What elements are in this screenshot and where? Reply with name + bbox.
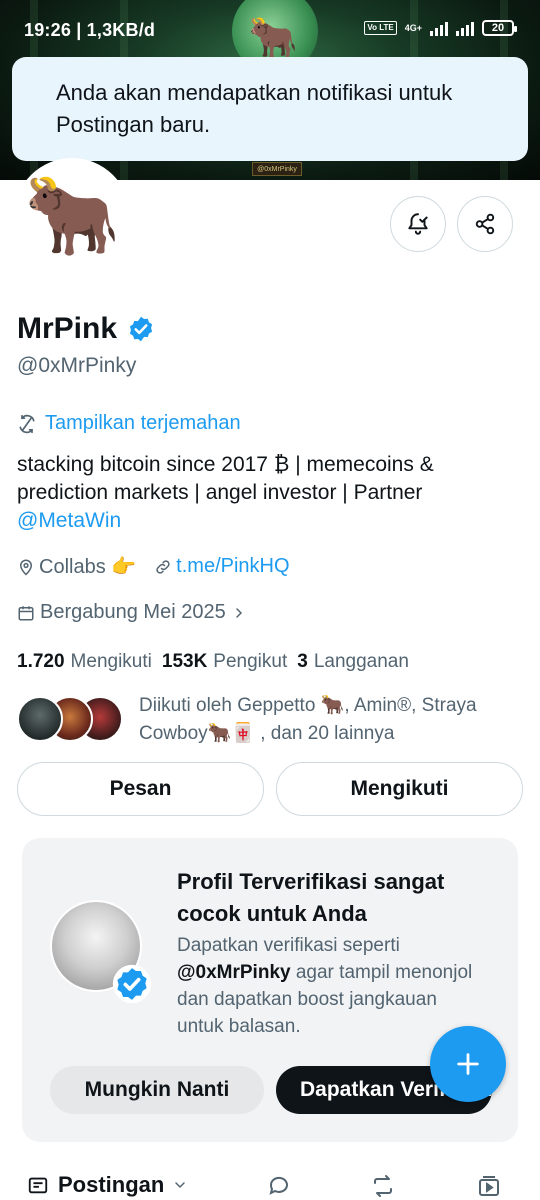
profile-counts: 1.720 Mengikuti 153K Pengikut 3 Langganan — [17, 651, 409, 673]
location-text: Collabs 👉 — [39, 556, 137, 578]
promo-handle: @0xMrPinky — [177, 962, 291, 983]
bio-mention-link[interactable]: @MetaWin — [17, 509, 121, 532]
subscriptions-count[interactable]: 3 Langganan — [297, 651, 409, 673]
followed-by[interactable]: Diikuti oleh Geppetto 🐂, Amin®, Straya C… — [17, 692, 509, 748]
notification-toast: Anda akan mendapatkan notifikasi untuk P… — [12, 57, 528, 161]
replies-icon[interactable] — [266, 1174, 292, 1198]
joined-text: Bergabung Mei 2025 — [40, 601, 226, 623]
verified-badge-icon — [112, 964, 152, 1004]
tab-posts-label: Postingan — [58, 1172, 165, 1197]
profile-meta: Collabs 👉 t.me/PinkHQ — [17, 554, 290, 579]
translate-label: Tampilkan terjemahan — [45, 412, 241, 434]
translate-link[interactable]: Tampilkan terjemahan — [17, 412, 241, 435]
joined-date[interactable]: Bergabung Mei 2025 — [17, 601, 247, 624]
chevron-down-icon — [175, 1182, 186, 1189]
followers-count[interactable]: 153K Pengikut — [162, 651, 287, 673]
name-row: MrPink — [17, 312, 155, 346]
tab-posts[interactable]: Postingan — [26, 1172, 188, 1198]
avatar[interactable]: 🐂 — [14, 158, 130, 274]
bio: stacking bitcoin since 2017 ₿ | memecoin… — [17, 451, 522, 535]
network-type: 4G+ — [404, 22, 422, 33]
status-bar: 19:26 | 1,3KB/d Vo LTE 4G+ 20 — [0, 0, 540, 60]
profile-action-buttons: Pesan Mengikuti — [17, 762, 523, 816]
avatar-bull-emoji: 🐂 — [17, 161, 127, 271]
website-text: t.me/PinkHQ — [176, 555, 290, 577]
link-icon — [156, 559, 170, 574]
share-button[interactable] — [457, 196, 513, 252]
reposts-icon[interactable] — [370, 1174, 396, 1198]
banner-handle-tag: @0xMrPinky — [252, 162, 302, 176]
bell-check-icon — [408, 213, 428, 235]
promo-title: Profil Terverifikasi sangat cocok untuk … — [177, 869, 445, 926]
maybe-later-button[interactable]: Mungkin Nanti — [50, 1066, 264, 1114]
calendar-icon — [18, 605, 34, 620]
chevron-right-icon — [235, 607, 242, 618]
following-count[interactable]: 1.720 Mengikuti — [17, 651, 152, 673]
followed-by-text: Diikuti oleh Geppetto 🐂, Amin®, Straya C… — [139, 695, 477, 744]
verified-promo-card: Profil Terverifikasi sangat cocok untuk … — [22, 838, 518, 1142]
location: Collabs 👉 — [17, 554, 136, 579]
website-link[interactable]: t.me/PinkHQ — [154, 555, 290, 578]
compose-post-button[interactable] — [430, 1026, 506, 1102]
display-name: MrPink — [17, 312, 118, 345]
battery-icon: 20 — [482, 20, 517, 36]
profile-tabs: Postingan — [0, 1160, 540, 1200]
promo-buttons: Mungkin Nanti Dapatkan Verifikasi — [50, 1066, 492, 1114]
following-button[interactable]: Mengikuti — [276, 762, 523, 816]
media-icon[interactable] — [476, 1174, 502, 1198]
location-pin-icon — [19, 559, 33, 576]
status-time: 19:26 | 1,3KB/d — [24, 20, 156, 40]
promo-description: Dapatkan verifikasi seperti @0xMrPinky a… — [177, 935, 473, 1037]
plus-icon — [457, 1053, 479, 1075]
follower-avatars — [17, 696, 125, 744]
share-icon — [475, 213, 495, 235]
signal-icon — [430, 20, 448, 36]
posts-icon — [28, 1177, 48, 1194]
message-button[interactable]: Pesan — [17, 762, 264, 816]
user-handle: @0xMrPinky — [17, 354, 137, 377]
verified-badge-icon — [129, 316, 153, 342]
status-icons: Vo LTE 4G+ 20 — [364, 20, 517, 36]
translate-icon — [19, 414, 35, 433]
volte-icon: Vo LTE — [364, 21, 397, 35]
bio-text: stacking bitcoin since 2017 ₿ | memecoin… — [17, 453, 434, 504]
notification-bell-button[interactable] — [390, 196, 446, 252]
signal-icon-2 — [456, 20, 474, 36]
follower-avatar — [17, 696, 63, 742]
